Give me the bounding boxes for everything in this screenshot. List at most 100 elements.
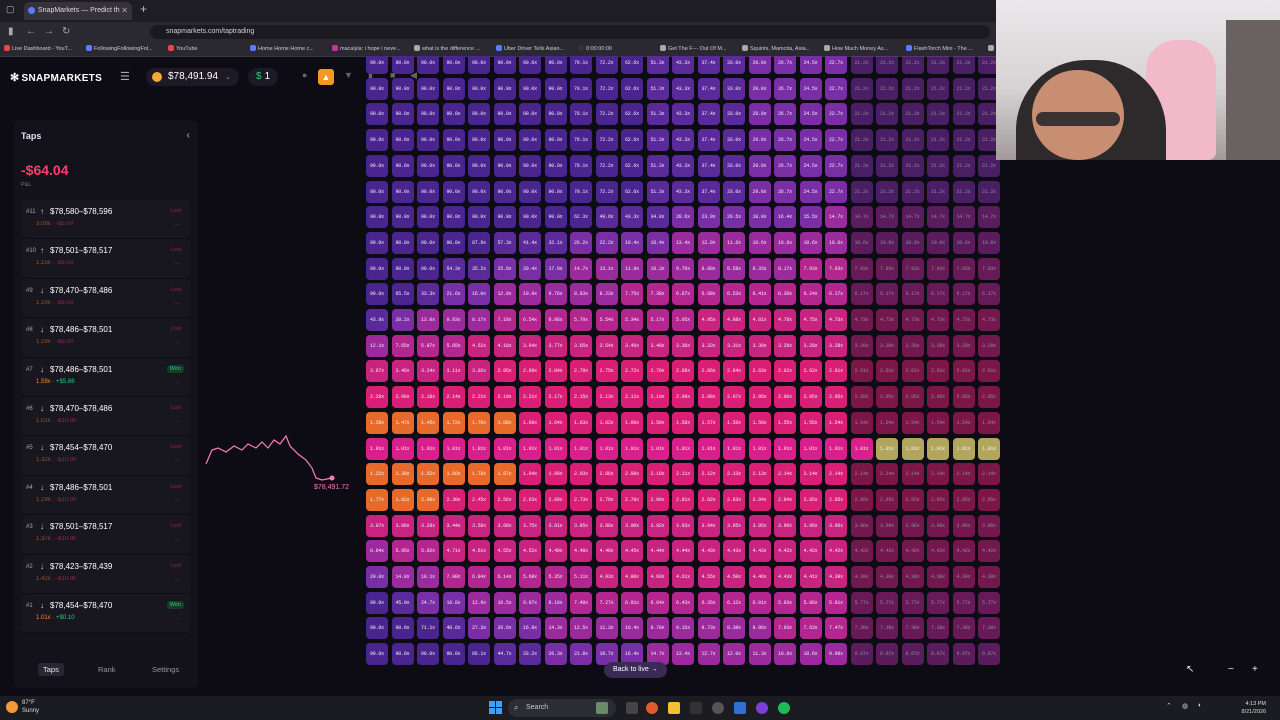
grid-cell[interactable]: 6.24x: [799, 283, 822, 306]
grid-cell[interactable]: 10.6x: [774, 231, 796, 254]
grid-cell[interactable]: 24.5x: [799, 180, 822, 203]
grid-cell[interactable]: 2.19x: [493, 386, 516, 409]
grid-cell[interactable]: 1.01x: [799, 437, 822, 460]
grid-cell[interactable]: 3.96x: [850, 514, 873, 537]
grid-cell[interactable]: 72.2x: [595, 129, 618, 152]
grid-cell[interactable]: 3.93x: [672, 514, 694, 537]
balance-pill[interactable]: $78,491.94 ⌄: [146, 68, 239, 86]
back-to-live-button[interactable]: Back to live →: [604, 662, 667, 678]
grid-cell[interactable]: 21.2x: [927, 77, 949, 100]
grid-cell[interactable]: 1.62x: [595, 411, 618, 434]
grid-cell[interactable]: 1.01x: [952, 437, 975, 460]
tap-row[interactable]: #8 ↓ $78,486–$78,501 1.19x · -$5.00 Lost ···: [22, 318, 190, 358]
grid-cell[interactable]: 2.85x: [978, 488, 1000, 511]
grid-cell[interactable]: 90.0x: [417, 180, 439, 203]
grid-cell[interactable]: 2.76x: [595, 488, 618, 511]
grid-cell[interactable]: 1.28x: [366, 411, 388, 434]
grid-cell[interactable]: 2.61x: [901, 360, 924, 383]
grid-cell[interactable]: 2.05x: [978, 386, 1000, 409]
grid-cell[interactable]: 41.4x: [519, 231, 541, 254]
grid-cell[interactable]: 3.96x: [825, 514, 847, 537]
grid-cell[interactable]: 2.05x: [825, 386, 847, 409]
grid-cell[interactable]: 28.6x: [672, 206, 694, 229]
more-icon[interactable]: ···: [174, 222, 180, 228]
grid-cell[interactable]: 4.55x: [697, 566, 720, 588]
grid-cell[interactable]: 90.0x: [417, 56, 439, 74]
grid-cell[interactable]: 3.28x: [901, 334, 924, 357]
grid-cell[interactable]: 33.0x: [723, 180, 745, 203]
grid-cell[interactable]: 6.14x: [493, 566, 516, 588]
grid-cell[interactable]: 2.11x: [672, 463, 694, 486]
grid-cell[interactable]: 3.92x: [646, 514, 669, 537]
grid-cell[interactable]: 37.4x: [697, 154, 720, 177]
grid-cell[interactable]: 2.21x: [468, 386, 490, 409]
grid-cell[interactable]: 3.67x: [366, 360, 388, 383]
grid-cell[interactable]: 2.21x: [519, 386, 541, 409]
grid-cell[interactable]: 21.2x: [927, 56, 949, 74]
grid-cell[interactable]: 90.0x: [544, 154, 567, 177]
grid-cell[interactable]: 9.67x: [927, 643, 949, 666]
grid-cell[interactable]: 90.0x: [417, 129, 439, 152]
landscape-icon[interactable]: [596, 702, 608, 714]
grid-cell[interactable]: 26.7x: [774, 103, 796, 126]
grid-cell[interactable]: 1.01x: [646, 437, 669, 460]
grid-cell[interactable]: 13.1x: [595, 257, 618, 280]
grid-cell[interactable]: 90.0x: [391, 231, 414, 254]
grid-cell[interactable]: 2.70x: [646, 360, 669, 383]
grid-cell[interactable]: 14.7x: [850, 206, 873, 229]
grid-cell[interactable]: 2.64x: [723, 360, 745, 383]
grid-cell[interactable]: 62.6x: [621, 154, 643, 177]
grid-cell[interactable]: 3.28x: [417, 514, 439, 537]
tap-row[interactable]: #1 ↓ $78,454–$78,470 1.01x · +$0.10 Won ···: [22, 593, 190, 634]
grid-cell[interactable]: 12.9x: [493, 283, 516, 306]
grid-cell[interactable]: 1.63x: [570, 411, 592, 434]
grid-cell[interactable]: 6.53x: [723, 283, 745, 306]
grid-cell[interactable]: 62.6x: [621, 77, 643, 100]
grid-cell[interactable]: 8.23x: [595, 283, 618, 306]
grid-cell[interactable]: 2.73x: [570, 488, 592, 511]
grid-cell[interactable]: 10.6x: [978, 231, 1000, 254]
grid-cell[interactable]: 90.0x: [544, 56, 567, 74]
grid-cell[interactable]: 1.64x: [544, 411, 567, 434]
grid-cell[interactable]: 3.28x: [876, 334, 898, 357]
grid-cell[interactable]: 20.2x: [391, 309, 414, 331]
grid-cell[interactable]: 6.64x: [646, 591, 669, 614]
grid-cell[interactable]: 90.0x: [366, 129, 388, 152]
grid-cell[interactable]: 2.62x: [799, 360, 822, 383]
grid-cell[interactable]: 6.17x: [978, 283, 1000, 306]
more-icon[interactable]: ···: [174, 458, 180, 464]
grid-cell[interactable]: 2.07x: [723, 386, 745, 409]
new-tab-icon[interactable]: +: [140, 2, 147, 16]
grid-cell[interactable]: 1.56x: [748, 411, 771, 434]
grid-cell[interactable]: 4.39x: [850, 566, 873, 588]
grid-cell[interactable]: 6.17x: [850, 283, 873, 306]
grid-cell[interactable]: 1.70x: [468, 411, 490, 434]
grid-cell[interactable]: 43.3x: [672, 77, 694, 100]
grid-cell[interactable]: 16.4x: [774, 206, 796, 229]
grid-cell[interactable]: 1.87x: [493, 463, 516, 486]
settings-app-icon[interactable]: [712, 702, 724, 714]
grid-cell[interactable]: 5.77x: [876, 591, 898, 614]
back-icon[interactable]: ←: [26, 26, 36, 37]
grid-cell[interactable]: 90.0x: [391, 617, 414, 640]
grid-cell[interactable]: 90.0x: [493, 103, 516, 126]
grid-cell[interactable]: 4.44x: [646, 540, 669, 563]
grid-cell[interactable]: 2.82x: [697, 488, 720, 511]
grid-cell[interactable]: 14.7x: [978, 206, 1000, 229]
grid-cell[interactable]: 5.77x: [850, 591, 873, 614]
grid-cell[interactable]: 3.75x: [519, 514, 541, 537]
grid-cell[interactable]: 24.5x: [799, 77, 822, 100]
more-icon[interactable]: ···: [174, 498, 180, 504]
grid-cell[interactable]: 2.84x: [774, 488, 796, 511]
windows-start-icon[interactable]: [489, 701, 502, 714]
grid-cell[interactable]: 14.8x: [391, 566, 414, 588]
grid-cell[interactable]: 3.28x: [952, 334, 975, 357]
grid-cell[interactable]: 20.4x: [519, 257, 541, 280]
grid-cell[interactable]: 43.3x: [672, 56, 694, 74]
grid-cell[interactable]: 4.73x: [927, 309, 949, 331]
grid-cell[interactable]: 1.72x: [442, 411, 465, 434]
grid-cell[interactable]: 1.66x: [519, 411, 541, 434]
grid-cell[interactable]: 7.93x: [952, 257, 975, 280]
grid-cell[interactable]: 8.83x: [570, 283, 592, 306]
grid-cell[interactable]: 90.0x: [468, 77, 490, 100]
